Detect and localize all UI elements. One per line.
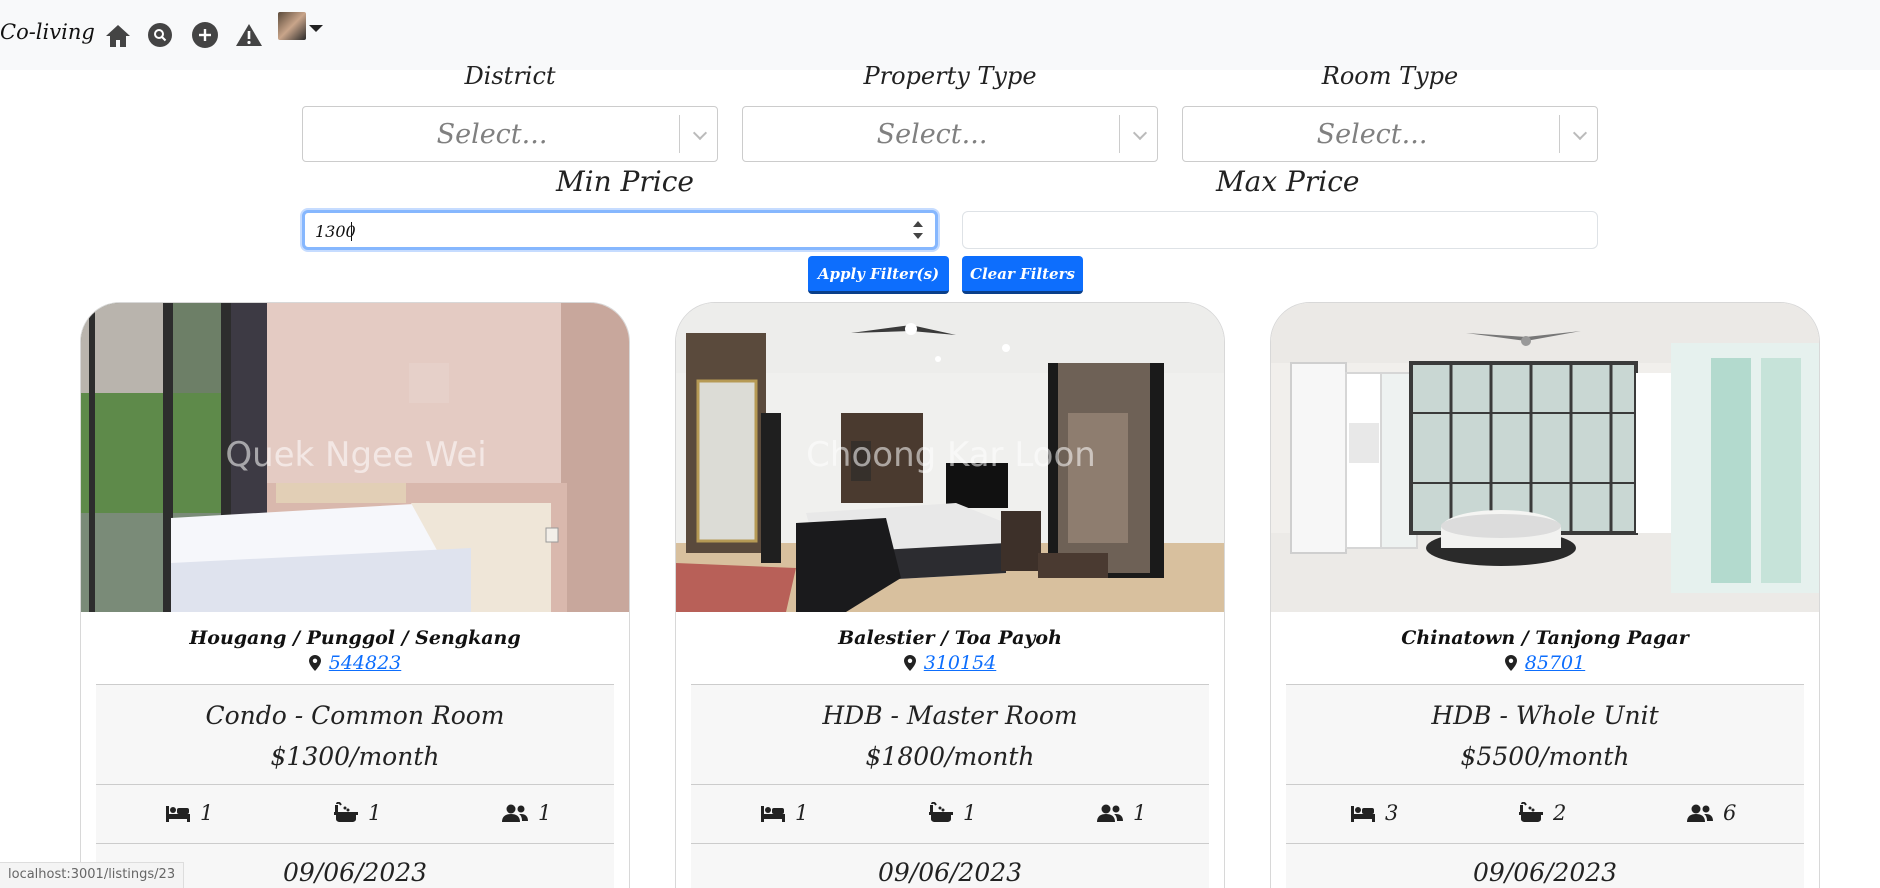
select-separator: [1119, 115, 1120, 153]
min-price-value: 1300: [315, 222, 356, 241]
photo-watermark: Quek Ngee Wei: [225, 435, 487, 475]
spinner-up-icon[interactable]: [913, 221, 923, 227]
chevron-down-icon[interactable]: [692, 125, 708, 141]
bed-icon: [166, 806, 190, 822]
bedrooms-count: 1: [795, 801, 809, 825]
chevron-down-icon[interactable]: [309, 25, 323, 32]
district-select-placeholder: Select...: [436, 119, 548, 150]
listing-photo[interactable]: [1271, 303, 1819, 612]
property-type-select[interactable]: Select...: [742, 106, 1158, 162]
occupants-stat: 6: [1687, 801, 1736, 825]
apply-filters-button[interactable]: Apply Filter(s): [808, 256, 949, 294]
bath-icon: [1519, 802, 1543, 822]
bedrooms-stat: 3: [1351, 801, 1398, 825]
postal-code-link[interactable]: 310154: [924, 652, 997, 674]
listing-stats: 3 2 6: [1286, 785, 1804, 844]
listing-stats: 1 1 1: [96, 785, 614, 844]
min-price-label: Min Price: [556, 165, 694, 198]
bathrooms-stat: 1: [929, 801, 976, 825]
room-type-text: Condo - Common Room: [205, 701, 505, 730]
property-type-select-placeholder: Select...: [876, 119, 988, 150]
search-icon[interactable]: [148, 23, 172, 47]
room-type-text: HDB - Whole Unit: [1431, 701, 1659, 730]
bath-icon: [334, 802, 358, 822]
occupants-count: 6: [1723, 801, 1737, 825]
bathrooms-stat: 2: [1519, 801, 1566, 825]
select-separator: [1559, 115, 1560, 153]
listing-location: 85701: [1271, 652, 1819, 674]
listing-district: Chinatown / Tanjong Pagar: [1401, 627, 1689, 649]
add-icon[interactable]: [192, 22, 218, 48]
listing-location: 544823: [81, 652, 629, 674]
postal-code-link[interactable]: 544823: [329, 652, 402, 674]
occupants-stat: 1: [1097, 801, 1146, 825]
chevron-down-icon[interactable]: [1572, 125, 1588, 141]
listing-date: 09/06/2023: [877, 858, 1023, 887]
postal-code-link[interactable]: 85701: [1525, 652, 1585, 674]
alert-icon[interactable]: [235, 22, 263, 48]
room-type-label: Room Type: [1321, 62, 1459, 90]
listing-location: 310154: [676, 652, 1224, 674]
map-pin-icon: [903, 655, 916, 671]
users-icon: [1687, 804, 1713, 822]
chevron-down-icon[interactable]: [1132, 125, 1148, 141]
bedrooms-count: 3: [1385, 801, 1399, 825]
room-type-select[interactable]: Select...: [1182, 106, 1598, 162]
users-icon: [502, 804, 528, 822]
max-price-label: Max Price: [1216, 165, 1360, 198]
price-text: $1800/month: [865, 742, 1035, 771]
occupants-count: 1: [538, 801, 552, 825]
map-pin-icon: [1504, 655, 1517, 671]
listing-info: HDB - Master Room $1800/month: [691, 684, 1209, 785]
listing-photo[interactable]: Choong Kar Loon: [676, 303, 1224, 612]
bed-icon: [761, 806, 785, 822]
max-price-input[interactable]: [962, 211, 1598, 249]
bedrooms-count: 1: [200, 801, 214, 825]
price-text: $1300/month: [270, 742, 440, 771]
bedrooms-stat: 1: [761, 801, 808, 825]
select-separator: [679, 115, 680, 153]
occupants-count: 1: [1133, 801, 1147, 825]
bathrooms-stat: 1: [334, 801, 381, 825]
status-bar-url: localhost:3001/listings/23: [0, 862, 185, 888]
listing-district: Hougang / Punggol / Sengkang: [189, 627, 521, 649]
bathrooms-count: 1: [963, 801, 977, 825]
listing-card[interactable]: Choong Kar Loon Balestier / Toa Payoh 31…: [675, 302, 1225, 888]
bedrooms-stat: 1: [166, 801, 213, 825]
listing-date-row: 09/06/2023: [691, 844, 1209, 888]
brand-logo-text[interactable]: Co-living: [0, 20, 95, 44]
bathrooms-count: 2: [1553, 801, 1567, 825]
listing-district: Balestier / Toa Payoh: [838, 627, 1062, 649]
listing-date-row: 09/06/2023: [1286, 844, 1804, 888]
bathrooms-count: 1: [368, 801, 382, 825]
property-type-label: Property Type: [863, 62, 1037, 90]
top-navbar: Co-living: [0, 0, 1880, 70]
price-text: $5500/month: [1460, 742, 1630, 771]
min-price-input[interactable]: 1300: [302, 210, 938, 250]
listing-photo[interactable]: Quek Ngee Wei: [81, 303, 629, 612]
text-cursor: [351, 222, 352, 241]
home-icon[interactable]: [104, 22, 132, 50]
bath-icon: [929, 802, 953, 822]
listing-info: HDB - Whole Unit $5500/month: [1286, 684, 1804, 785]
map-pin-icon: [308, 655, 321, 671]
photo-watermark: Choong Kar Loon: [806, 435, 1096, 475]
listing-stats: 1 1 1: [691, 785, 1209, 844]
clear-filters-button[interactable]: Clear Filters: [962, 256, 1083, 294]
room-type-select-placeholder: Select...: [1316, 119, 1428, 150]
users-icon: [1097, 804, 1123, 822]
listing-card[interactable]: Quek Ngee Wei Hougang / Punggol / Sengka…: [80, 302, 630, 888]
listing-info: Condo - Common Room $1300/month: [96, 684, 614, 785]
spinner-down-icon[interactable]: [913, 233, 923, 239]
occupants-stat: 1: [502, 801, 551, 825]
district-select[interactable]: Select...: [302, 106, 718, 162]
district-label: District: [464, 62, 556, 90]
listing-card[interactable]: Chinatown / Tanjong Pagar 85701 HDB - Wh…: [1270, 302, 1820, 888]
bed-icon: [1351, 806, 1375, 822]
listing-date: 09/06/2023: [1472, 858, 1618, 887]
avatar[interactable]: [278, 12, 306, 40]
room-type-text: HDB - Master Room: [822, 701, 1078, 730]
number-spinner[interactable]: [913, 219, 923, 243]
